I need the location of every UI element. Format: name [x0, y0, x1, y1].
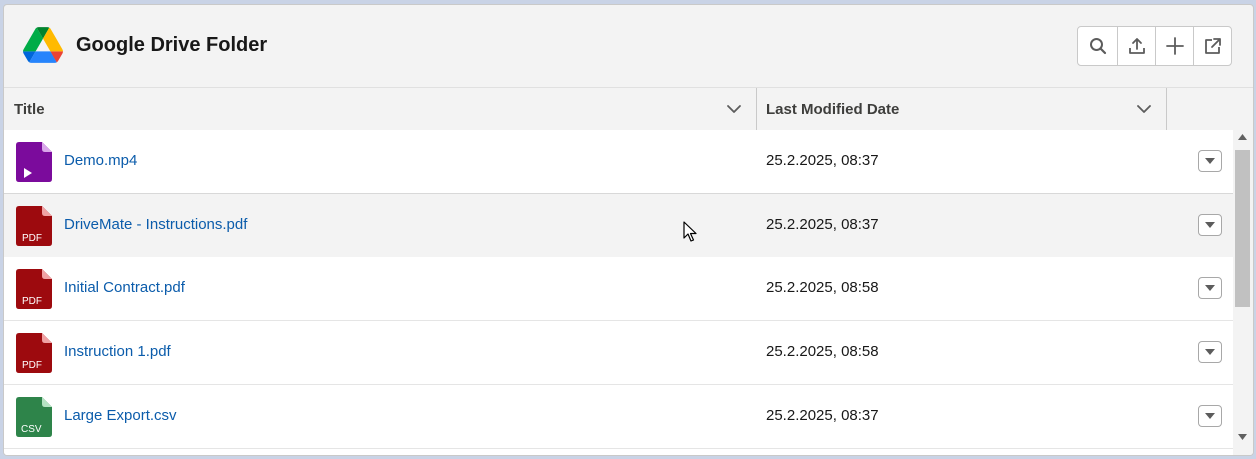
modified-date: 25.2.2025, 08:58: [766, 279, 879, 296]
scroll-down-arrow-icon[interactable]: [1238, 434, 1247, 440]
table-row: PDF Instruction 1.pdf 25.2.2025, 08:58: [4, 321, 1233, 385]
caret-down-icon: [1205, 158, 1215, 164]
table-row: Demo.mp4 25.2.2025, 08:37: [4, 130, 1233, 194]
vertical-scrollbar[interactable]: [1233, 130, 1253, 455]
row-actions-button[interactable]: [1198, 341, 1222, 363]
pdf-file-icon: PDF: [16, 333, 52, 373]
file-type-label: CSV: [21, 424, 42, 435]
table-header: Title Last Modified Date: [4, 87, 1253, 131]
file-link[interactable]: Instruction 1.pdf: [64, 343, 171, 360]
card-title: Google Drive Folder: [76, 34, 268, 56]
google-drive-icon: [23, 27, 63, 63]
file-link[interactable]: Large Export.csv: [64, 407, 177, 424]
row-actions-button[interactable]: [1198, 405, 1222, 427]
plus-icon: [1165, 37, 1184, 55]
modified-date: 25.2.2025, 08:37: [766, 216, 879, 233]
google-drive-folder-card: Google Drive Folder Title Last Modified …: [3, 4, 1254, 456]
video-file-icon: [16, 142, 52, 182]
column-header-title[interactable]: Title: [4, 88, 757, 130]
scrollbar-thumb[interactable]: [1235, 150, 1250, 307]
caret-down-icon: [1205, 413, 1215, 419]
row-actions-button[interactable]: [1198, 214, 1222, 236]
modified-date: 25.2.2025, 08:37: [766, 407, 879, 424]
column-header-label: Title: [14, 100, 45, 118]
file-type-label: PDF: [22, 233, 42, 244]
caret-down-icon: [1205, 285, 1215, 291]
modified-date: 25.2.2025, 08:58: [766, 343, 879, 360]
column-header-last-modified-date[interactable]: Last Modified Date: [756, 88, 1167, 130]
scroll-up-arrow-icon[interactable]: [1238, 134, 1247, 140]
search-icon: [1089, 38, 1106, 55]
modified-date: 25.2.2025, 08:37: [766, 152, 879, 169]
column-header-label: Last Modified Date: [766, 100, 900, 118]
caret-down-icon: [1205, 349, 1215, 355]
pdf-file-icon: PDF: [16, 269, 52, 309]
row-actions-button[interactable]: [1198, 277, 1222, 299]
card-header: Google Drive Folder: [4, 5, 1253, 87]
external-link-icon: [1204, 38, 1221, 54]
file-link[interactable]: Initial Contract.pdf: [64, 279, 185, 296]
new-button[interactable]: [1155, 27, 1193, 65]
table-row: CSV Large Export.csv 25.2.2025, 08:37: [4, 385, 1233, 449]
chevron-down-icon[interactable]: [1136, 101, 1152, 117]
table-row: PDF DriveMate - Instructions.pdf 25.2.20…: [4, 193, 1233, 258]
upload-button[interactable]: [1117, 27, 1155, 65]
open-external-button[interactable]: [1193, 27, 1231, 65]
csv-file-icon: CSV: [16, 397, 52, 437]
mouse-pointer-icon: [683, 221, 697, 242]
file-type-label: PDF: [22, 296, 42, 307]
file-link[interactable]: DriveMate - Instructions.pdf: [64, 216, 247, 233]
file-type-label: PDF: [22, 360, 42, 371]
chevron-down-icon[interactable]: [726, 101, 742, 117]
pdf-file-icon: PDF: [16, 206, 52, 246]
table-body: Demo.mp4 25.2.2025, 08:37 PDF DriveMate …: [4, 130, 1233, 455]
table-row: PDF Initial Contract.pdf 25.2.2025, 08:5…: [4, 257, 1233, 321]
row-actions-button[interactable]: [1198, 150, 1222, 172]
upload-icon: [1128, 38, 1145, 54]
header-action-group: [1077, 26, 1232, 66]
search-button[interactable]: [1078, 27, 1117, 65]
caret-down-icon: [1205, 222, 1215, 228]
file-link[interactable]: Demo.mp4: [64, 152, 137, 169]
